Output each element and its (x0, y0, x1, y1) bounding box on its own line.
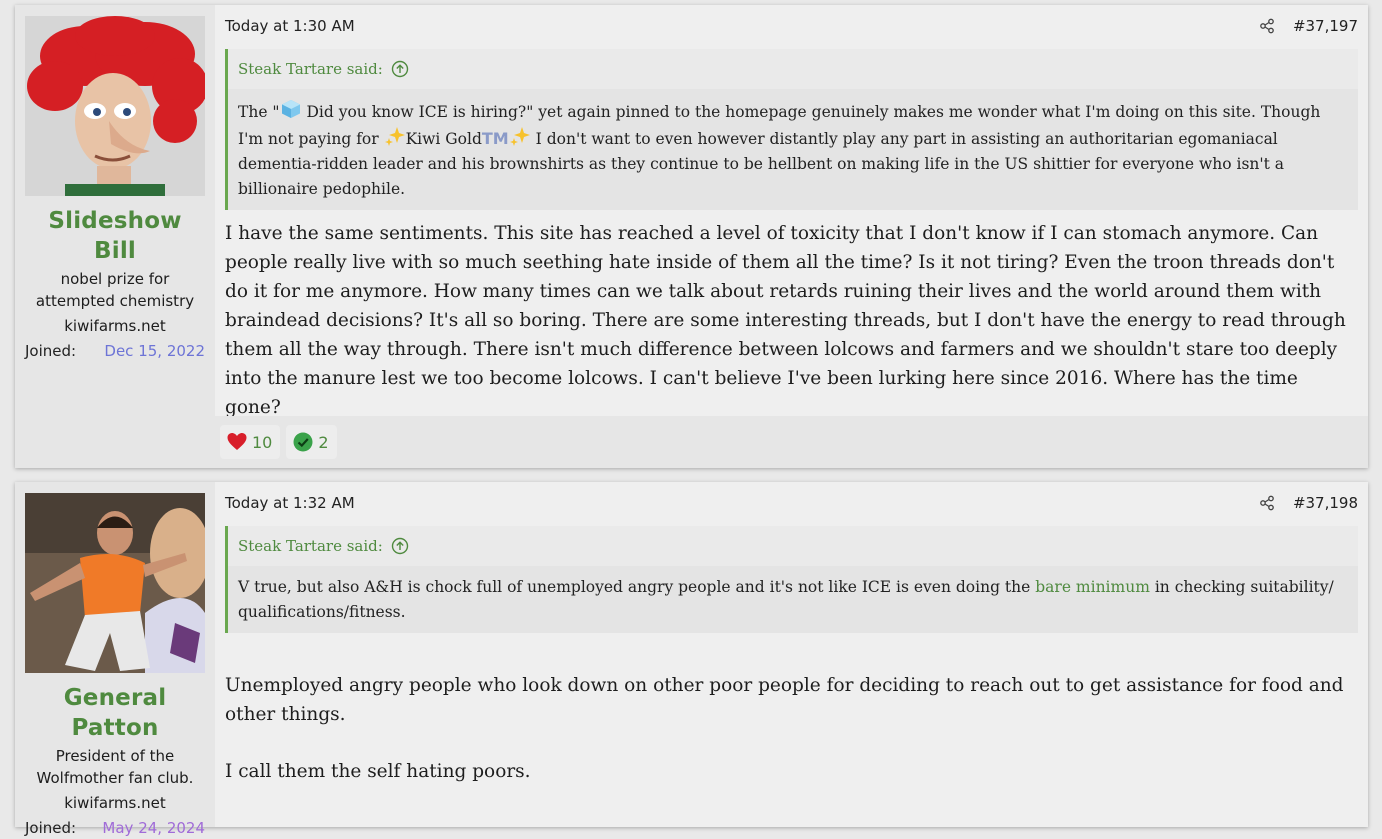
reaction-count: 2 (318, 432, 329, 452)
username[interactable]: Slideshow Bill (25, 206, 205, 266)
sparkles-icon (384, 127, 405, 146)
quote-text: The " Did you know ICE is hiring?" yet a… (228, 89, 1358, 210)
post-timestamp[interactable]: Today at 1:32 AM (225, 494, 355, 512)
post-number-link[interactable]: #37,197 (1293, 17, 1358, 35)
heart-icon (227, 433, 247, 450)
quote-block: Steak Tartare said: The " Did you know I… (225, 49, 1358, 210)
user-avatar[interactable] (25, 16, 205, 196)
message-paragraph: I call them the self hating poors. (225, 761, 531, 782)
quote-author[interactable]: Steak Tartare said: (238, 537, 383, 555)
reactions-bar: 10 2 (215, 416, 1368, 468)
post-content: Today at 1:30 AM #37,197 Steak Tartare s… (215, 5, 1368, 468)
user-banner: kiwifarms.net (64, 794, 166, 812)
joined-row: Joined: May 24, 2024 (25, 817, 205, 839)
check-icon (293, 432, 313, 452)
post-message: I have the same sentiments. This site ha… (225, 219, 1358, 422)
reaction-heart[interactable]: 10 (220, 425, 281, 459)
quote-block: Steak Tartare said: V true, but also A&H… (225, 526, 1358, 633)
quote-header: Steak Tartare said: (228, 526, 1358, 566)
quote-text: V true, but also A&H is chock full of un… (228, 566, 1358, 633)
share-icon[interactable] (1259, 18, 1275, 34)
user-avatar[interactable] (25, 493, 205, 673)
post-content: Today at 1:32 AM #37,198 Steak Tartare s… (215, 482, 1368, 827)
quote-text-part: V true, but also A&H is chock full of un… (238, 578, 1036, 596)
trademark-label: TM (481, 129, 509, 148)
quote-text-part: The " (238, 103, 280, 121)
username[interactable]: General Patton (25, 683, 205, 743)
reaction-agree[interactable]: 2 (286, 425, 337, 459)
joined-label: Joined: (25, 819, 77, 837)
quote-author[interactable]: Steak Tartare said: (238, 60, 383, 78)
joined-date: Dec 15, 2022 (104, 342, 205, 360)
post-header: Today at 1:32 AM #37,198 (225, 494, 1358, 512)
share-icon[interactable] (1259, 495, 1275, 511)
post-message: Unemployed angry people who look down on… (225, 671, 1358, 786)
reaction-count: 10 (252, 432, 273, 452)
message-paragraph: Unemployed angry people who look down on… (225, 675, 1344, 725)
post-timestamp[interactable]: Today at 1:30 AM (225, 17, 355, 35)
kiwi-gold-label: Kiwi Gold (405, 130, 482, 148)
jump-to-quote-icon[interactable] (391, 60, 409, 78)
quote-header: Steak Tartare said: (228, 49, 1358, 89)
user-banner: kiwifarms.net (64, 317, 166, 335)
message-paragraph: I have the same sentiments. This site ha… (225, 223, 1346, 418)
post: Slideshow Bill nobel prize for attempted… (15, 5, 1368, 468)
post-header: Today at 1:30 AM #37,197 (225, 17, 1358, 35)
joined-row: Joined: Dec 15, 2022 (25, 340, 205, 362)
user-title: President of the Wolfmother fan club. (36, 747, 194, 787)
user-title: nobel prize for attempted chemistry (35, 270, 195, 310)
post: General Patton President of the Wolfmoth… (15, 482, 1368, 837)
joined-label: Joined: (25, 342, 77, 360)
joined-date: May 24, 2024 (102, 819, 205, 837)
ice-cube-icon (281, 100, 300, 118)
post-number-link[interactable]: #37,198 (1293, 494, 1358, 512)
jump-to-quote-icon[interactable] (391, 537, 409, 555)
bare-minimum-link[interactable]: bare minimum (1035, 578, 1150, 596)
user-info-panel: Slideshow Bill nobel prize for attempted… (15, 5, 215, 468)
sparkles-icon (509, 127, 530, 146)
user-info-panel: General Patton President of the Wolfmoth… (15, 482, 215, 837)
